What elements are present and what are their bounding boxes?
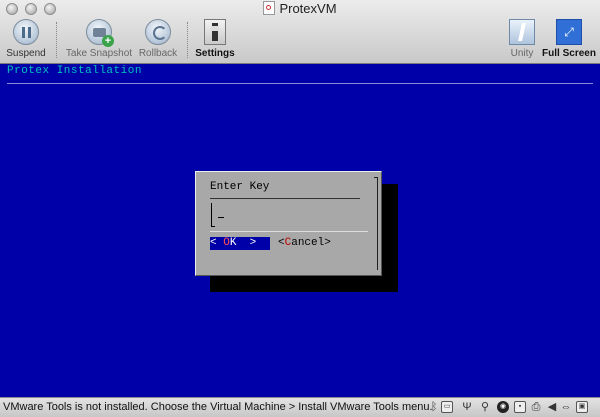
ok-bracket-right: K > <box>229 237 257 249</box>
key-input[interactable] <box>216 208 356 222</box>
dialog-rule-middle <box>210 231 368 232</box>
unity-label: Unity <box>510 48 534 59</box>
cd-icon[interactable]: ◉ <box>497 401 509 413</box>
cancel-text: ancel> <box>291 237 331 249</box>
serial-icon[interactable]: ⇔ <box>560 401 572 413</box>
ok-button[interactable]: < OK > <box>210 237 270 250</box>
usb-icon[interactable]: Ψ <box>461 401 473 413</box>
vm-console-screen[interactable]: Protex Installation Enter Key < OK > <Ca… <box>0 64 600 397</box>
unity-button[interactable]: Unity <box>506 19 538 59</box>
display-icon[interactable]: ▣ <box>576 401 588 413</box>
rollback-button[interactable]: Rollback <box>138 19 178 59</box>
bluetooth-icon[interactable]: ᛒ <box>428 401 440 413</box>
sound-icon[interactable]: ◀ <box>546 401 558 413</box>
ok-bracket-left: < <box>210 237 224 249</box>
toolbar-separator <box>187 22 188 58</box>
rollback-icon <box>145 19 171 45</box>
dialog-frame-right <box>377 177 378 270</box>
full-screen-label: Full Screen <box>542 48 596 59</box>
window-titlebar: ProtexVM Suspend + Take Snapshot Rollbac… <box>0 0 600 64</box>
cancel-button[interactable]: <Cancel> <box>278 237 331 250</box>
vmware-tools-message: VMware Tools is not installed. Choose th… <box>3 401 433 413</box>
title-divider <box>7 83 593 84</box>
key-field-bracket-foot <box>211 226 215 227</box>
take-snapshot-button[interactable]: + Take Snapshot <box>63 19 135 59</box>
window-title: ProtexVM <box>279 1 337 16</box>
snapshot-icon: + <box>86 19 114 47</box>
status-bar: VMware Tools is not installed. Choose th… <box>0 397 600 417</box>
vm-document-icon <box>263 1 276 15</box>
settings-label: Settings <box>195 48 235 59</box>
installer-title: Protex Installation <box>7 65 142 77</box>
text-cursor <box>218 217 224 218</box>
rollback-label: Rollback <box>138 48 178 59</box>
suspend-label: Suspend <box>6 48 46 59</box>
full-screen-icon: ⤢ <box>556 19 582 45</box>
settings-button[interactable]: Settings <box>194 19 236 59</box>
toolbar-separator <box>56 22 57 58</box>
settings-switch-icon <box>204 19 226 45</box>
cancel-bracket-left: < <box>278 237 285 249</box>
unity-icon <box>509 19 535 45</box>
window-title-area: ProtexVM <box>0 1 600 16</box>
suspend-button[interactable]: Suspend <box>6 19 46 59</box>
take-snapshot-label: Take Snapshot <box>65 48 133 59</box>
hard-disk-icon[interactable]: ▭ <box>441 401 453 413</box>
network-icon[interactable]: ⚲ <box>479 401 491 413</box>
enter-key-dialog: Enter Key < OK > <Cancel> <box>195 171 382 276</box>
enter-key-label: Enter Key <box>210 181 270 193</box>
ok-hotkey: O <box>223 237 230 249</box>
floppy-icon[interactable]: ▪ <box>514 401 526 413</box>
key-field-bracket <box>211 203 212 227</box>
full-screen-button[interactable]: ⤢ Full Screen <box>541 19 597 59</box>
dialog-rule-top <box>210 198 360 199</box>
pause-icon <box>13 19 39 45</box>
printer-icon[interactable]: ⎙ <box>530 401 542 413</box>
